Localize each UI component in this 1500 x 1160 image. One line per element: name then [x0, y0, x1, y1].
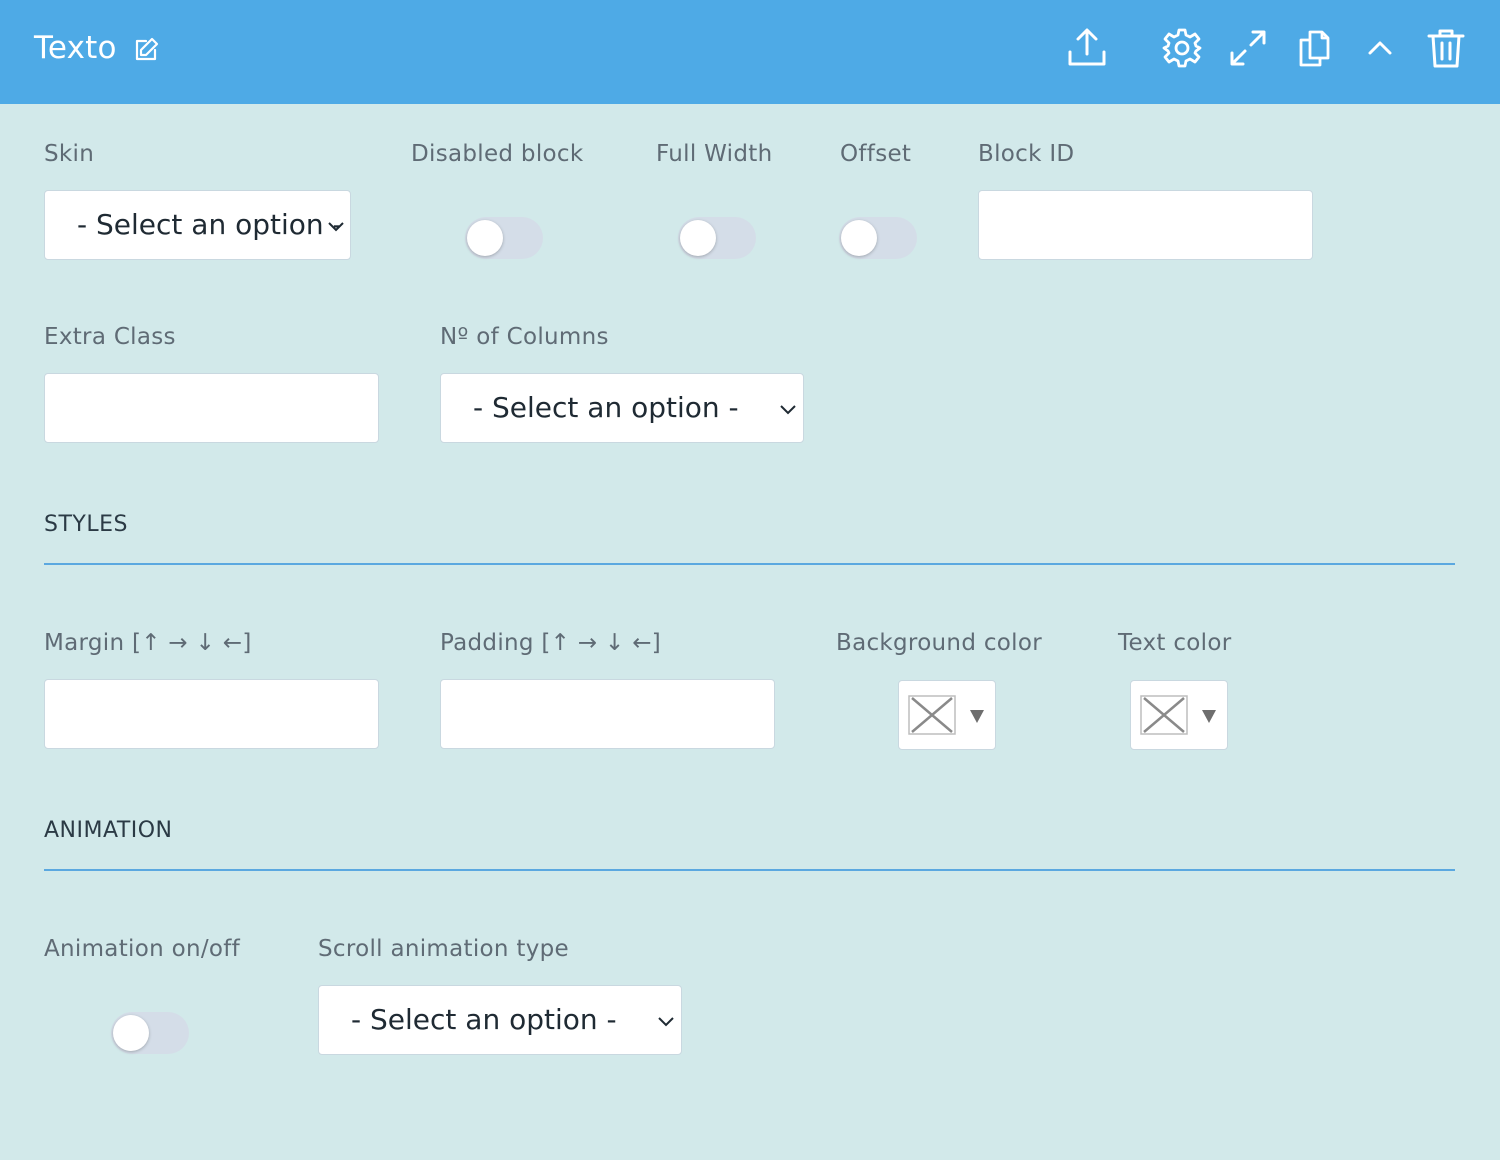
disabled-block-label: Disabled block — [411, 141, 584, 167]
no-color-icon — [1140, 695, 1188, 735]
chevron-up-icon[interactable] — [1358, 26, 1402, 70]
styles-heading: STYLES — [44, 512, 128, 537]
background-color-label: Background color — [836, 630, 1042, 656]
background-color-picker[interactable] — [898, 680, 996, 750]
caret-down-icon — [970, 710, 984, 723]
chevron-down-icon — [658, 1017, 674, 1027]
toggle-knob — [467, 220, 503, 256]
skin-select[interactable]: - Select an option - — [44, 190, 351, 260]
text-color-picker[interactable] — [1130, 680, 1228, 750]
upload-icon[interactable] — [1065, 26, 1109, 70]
full-width-toggle[interactable] — [678, 217, 756, 259]
columns-select-value: - Select an option - — [473, 391, 739, 424]
toggle-knob — [113, 1015, 149, 1051]
columns-label: Nº of Columns — [440, 324, 609, 350]
full-width-label: Full Width — [656, 141, 773, 167]
trash-icon[interactable] — [1424, 26, 1468, 70]
animation-toggle[interactable] — [111, 1012, 189, 1054]
expand-icon[interactable] — [1226, 26, 1270, 70]
scroll-animation-select[interactable]: - Select an option - — [318, 985, 682, 1055]
block-header: Texto — [0, 0, 1500, 104]
scroll-animation-select-value: - Select an option - — [351, 1003, 617, 1036]
margin-input[interactable] — [44, 679, 379, 749]
block-id-input[interactable] — [978, 190, 1313, 260]
margin-label: Margin [↑ → ↓ ←] — [44, 630, 252, 656]
animation-heading: ANIMATION — [44, 818, 173, 843]
disabled-block-toggle[interactable] — [465, 217, 543, 259]
scroll-animation-label: Scroll animation type — [318, 936, 569, 962]
toggle-knob — [680, 220, 716, 256]
chevron-down-icon — [780, 405, 796, 415]
no-color-icon — [908, 695, 956, 735]
chevron-down-icon — [328, 222, 344, 232]
animation-divider — [44, 869, 1455, 871]
extra-class-label: Extra Class — [44, 324, 176, 350]
padding-label: Padding [↑ → ↓ ←] — [440, 630, 662, 656]
extra-class-input[interactable] — [44, 373, 379, 443]
styles-divider — [44, 563, 1455, 565]
caret-down-icon — [1202, 710, 1216, 723]
offset-label: Offset — [840, 141, 912, 167]
offset-toggle[interactable] — [839, 217, 917, 259]
skin-select-value: - Select an option - — [77, 208, 339, 241]
padding-input[interactable] — [440, 679, 775, 749]
block-title: Texto — [34, 30, 117, 66]
toggle-knob — [841, 220, 877, 256]
block-id-label: Block ID — [978, 141, 1075, 167]
gear-icon[interactable] — [1160, 26, 1204, 70]
text-color-label: Text color — [1118, 630, 1232, 656]
skin-label: Skin — [44, 141, 95, 167]
edit-icon[interactable] — [132, 36, 160, 64]
copy-icon[interactable] — [1292, 26, 1336, 70]
columns-select[interactable]: - Select an option - — [440, 373, 804, 443]
animation-toggle-label: Animation on/off — [44, 936, 241, 962]
